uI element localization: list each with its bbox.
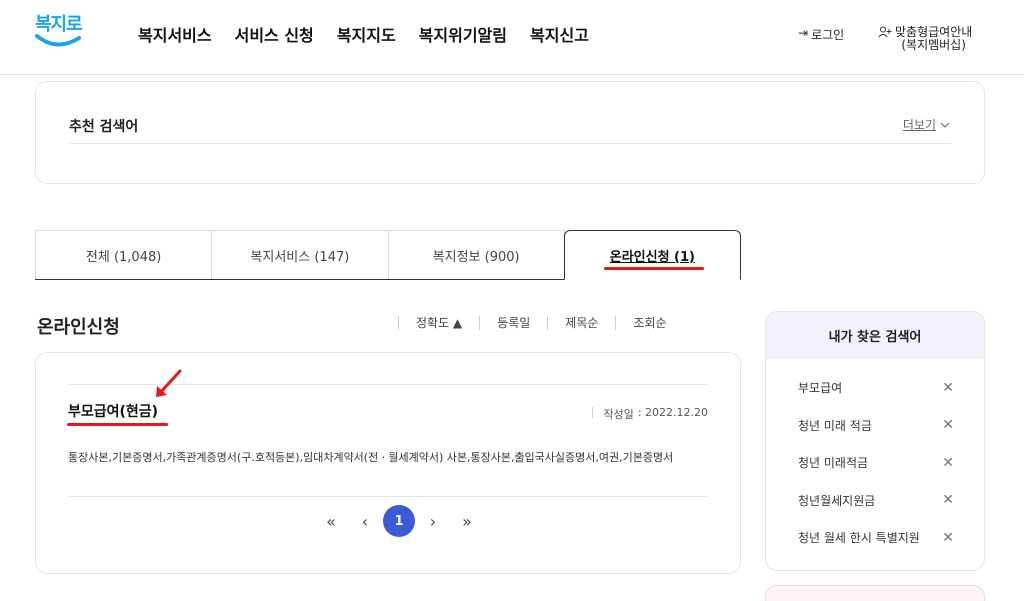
membership-link[interactable]: 맞춤형급여안내 (복지멤버십)	[878, 26, 972, 52]
list-item[interactable]: 청년월세지원금 ✕	[798, 482, 954, 520]
tab-welfare-service-label: 복지서비스 (147)	[250, 249, 350, 265]
history-keyword[interactable]: 청년 미래적금	[798, 454, 868, 471]
close-icon[interactable]: ✕	[942, 380, 954, 396]
result-item-title[interactable]: 부모급여(현금)	[68, 401, 158, 421]
search-history-list: 부모급여 ✕ 청년 미래 적금 ✕ 청년 미래적금 ✕ 청년월세지원금 ✕ 청년 월세 …	[766, 359, 984, 557]
list-item[interactable]: 청년 미래적금 ✕	[798, 444, 954, 482]
current-page-button[interactable]: 1	[383, 505, 415, 537]
last-page-button[interactable]: »	[450, 504, 484, 538]
close-icon[interactable]: ✕	[942, 492, 954, 508]
sort-views[interactable]: 조회순	[615, 316, 683, 330]
tab-online-apply[interactable]: 온라인신청 (1)	[563, 230, 741, 280]
first-page-button[interactable]: «	[314, 504, 348, 538]
recommended-keywords-title: 추천 검색어	[69, 119, 139, 135]
recommended-keywords-box: 추천 검색어 더보기	[35, 81, 985, 184]
tab-all-label: 전체 (1,048)	[85, 249, 162, 265]
annotation-underline-tab	[604, 267, 704, 270]
tab-welfare-info-label: 복지정보 (900)	[432, 249, 520, 265]
tab-welfare-service[interactable]: 복지서비스 (147)	[211, 230, 389, 279]
close-icon[interactable]: ✕	[942, 530, 954, 546]
list-item[interactable]: 부모급여 ✕	[798, 369, 954, 407]
separator	[592, 407, 594, 418]
sidebar-bottom-box	[765, 585, 985, 601]
history-keyword[interactable]: 청년 미래 적금	[798, 417, 872, 434]
prev-page-button[interactable]: ‹	[348, 504, 382, 538]
result-item-description: 통장사본,기본증명서,가족관계증명서(구.호적등본),임대차계약서(전ㆍ월세계약…	[68, 451, 674, 464]
result-list-box: 부모급여(현금) 작성일 : 2022.12.20 통장사본,기본증명서,가족관…	[35, 352, 741, 574]
tab-all[interactable]: 전체 (1,048)	[35, 230, 213, 279]
chevron-down-icon	[940, 122, 950, 128]
site-header: 복지로 복지서비스 서비스 신청 복지지도 복지위기알림 복지신고 ⇥ 로그인 …	[0, 0, 1024, 75]
nav-welfare-service[interactable]: 복지서비스	[138, 22, 212, 46]
date-label: 작성일	[603, 408, 634, 421]
close-icon[interactable]: ✕	[942, 455, 954, 471]
section-title: 온라인신청	[37, 317, 120, 338]
divider	[68, 496, 708, 497]
login-icon: ⇥	[798, 26, 809, 40]
nav-service-apply[interactable]: 서비스 신청	[235, 22, 314, 46]
next-page-button[interactable]: ›	[416, 504, 450, 538]
more-button[interactable]: 더보기	[903, 116, 950, 133]
logo-smile-icon	[35, 34, 81, 47]
main-nav: 복지서비스 서비스 신청 복지지도 복지위기알림 복지신고	[138, 22, 612, 46]
nav-welfare-map[interactable]: 복지지도	[337, 22, 396, 46]
history-keyword[interactable]: 청년월세지원금	[798, 492, 875, 509]
list-item[interactable]: 청년 미래 적금 ✕	[798, 407, 954, 445]
user-plus-icon	[878, 26, 892, 41]
tab-online-apply-label: 온라인신청 (1)	[609, 249, 695, 265]
bokjiro-logo[interactable]: 복지로	[33, 10, 85, 54]
result-item-date: 작성일 : 2022.12.20	[592, 406, 708, 422]
result-tabs: 전체 (1,048) 복지서비스 (147) 복지정보 (900) 온라인신청 …	[35, 230, 741, 280]
annotation-underline-title	[67, 423, 168, 426]
membership-line2: (복지멤버십)	[901, 38, 966, 52]
date-value: : 2022.12.20	[637, 406, 708, 419]
annotation-arrow-icon	[156, 369, 182, 397]
nav-crisis-alert[interactable]: 복지위기알림	[419, 22, 507, 46]
list-item[interactable]: 청년 월세 한시 특별지원 ✕	[798, 519, 954, 557]
sort-reg-date[interactable]: 등록일	[479, 316, 547, 330]
history-keyword[interactable]: 부모급여	[798, 379, 842, 396]
more-label: 더보기	[902, 118, 936, 132]
divider	[69, 143, 951, 144]
pagination: « ‹ 1 › »	[314, 504, 484, 538]
login-label: 로그인	[811, 28, 845, 42]
my-search-history-title: 내가 찾은 검색어	[766, 312, 984, 359]
sort-accuracy[interactable]: 정확도 ▲	[398, 316, 479, 330]
close-icon[interactable]: ✕	[942, 417, 954, 433]
tab-welfare-info[interactable]: 복지정보 (900)	[387, 230, 565, 279]
login-link[interactable]: ⇥ 로그인	[798, 26, 844, 43]
sort-options: 정확도 ▲ 등록일 제목순 조회순	[398, 316, 684, 330]
my-search-history: 내가 찾은 검색어 부모급여 ✕ 청년 미래 적금 ✕ 청년 미래적금 ✕ 청년월세지…	[765, 311, 985, 571]
sort-title[interactable]: 제목순	[547, 316, 615, 330]
history-keyword[interactable]: 청년 월세 한시 특별지원	[798, 529, 920, 546]
nav-welfare-report[interactable]: 복지신고	[530, 22, 589, 46]
